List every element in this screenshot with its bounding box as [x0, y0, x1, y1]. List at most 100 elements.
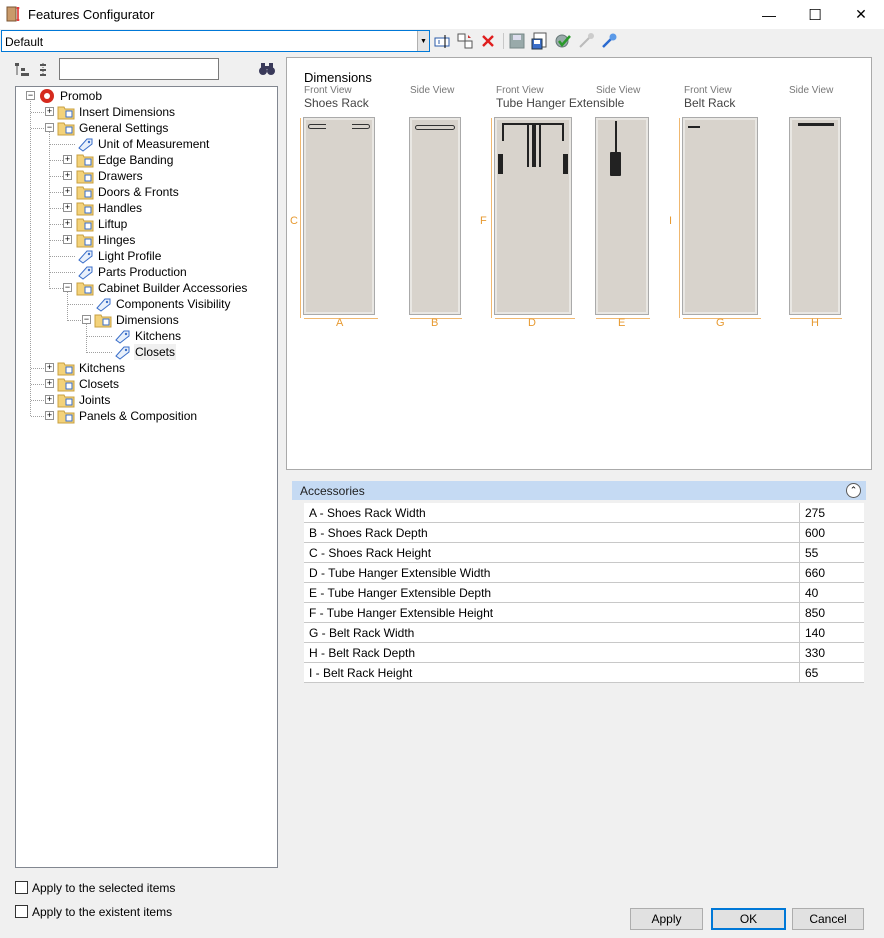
expand-toggle[interactable]: + — [63, 155, 72, 164]
expand-toggle[interactable]: + — [45, 363, 54, 372]
expand-toggle[interactable]: + — [45, 107, 54, 116]
expand-toggle[interactable]: + — [63, 203, 72, 212]
collapse-toggle[interactable]: − — [45, 123, 54, 132]
dimension-letter-f: F — [480, 215, 487, 227]
binoculars-icon[interactable] — [258, 61, 276, 77]
copy-icon[interactable] — [456, 32, 474, 50]
collapse-section-icon[interactable]: ⌃ — [846, 483, 861, 498]
property-row[interactable]: C - Shoes Rack Height 55 — [304, 543, 864, 563]
folder-icon — [57, 394, 75, 408]
tree-node-label: Closets — [134, 344, 177, 360]
apply-existent-checkbox[interactable] — [15, 905, 28, 918]
tube-hanger-side-cabinet — [596, 118, 648, 314]
tree-node-label: Handles — [98, 201, 143, 215]
apply-button[interactable]: Apply — [630, 908, 703, 930]
expand-tool-icon[interactable] — [600, 32, 618, 50]
property-value-input[interactable]: 140 — [799, 623, 864, 642]
apply-selected-checkbox[interactable] — [15, 881, 28, 894]
profile-combo[interactable]: Default ▼ — [1, 30, 430, 52]
rename-icon[interactable] — [433, 32, 451, 50]
collapse-toggle[interactable]: − — [82, 315, 91, 324]
tag-icon — [78, 266, 93, 280]
search-input[interactable] — [59, 58, 219, 80]
tree-node-label: Light Profile — [98, 249, 162, 263]
accessories-section-header[interactable]: Accessories ⌃ — [292, 481, 866, 500]
property-row[interactable]: G - Belt Rack Width 140 — [304, 623, 864, 643]
folder-icon — [76, 154, 94, 168]
collapse-toggle[interactable]: − — [26, 91, 35, 100]
toolbar-separator — [503, 33, 504, 49]
cancel-button[interactable]: Cancel — [792, 908, 864, 930]
collapse-tool-icon[interactable] — [577, 32, 595, 50]
expand-toggle[interactable]: + — [63, 235, 72, 244]
shoes-rack-front-cabinet — [304, 118, 374, 314]
tree-node-label: Edge Banding — [98, 153, 174, 167]
property-row[interactable]: D - Tube Hanger Extensible Width 660 — [304, 563, 864, 583]
expand-toggle[interactable]: + — [45, 379, 54, 388]
save-as-icon[interactable] — [531, 32, 549, 50]
tag-icon — [78, 250, 93, 264]
collapse-toggle[interactable]: − — [63, 283, 72, 292]
maximize-button[interactable]: ☐ — [792, 0, 838, 29]
tree-node-label: Dimensions — [116, 313, 179, 327]
property-name: D - Tube Hanger Extensible Width — [309, 566, 491, 580]
property-name: A - Shoes Rack Width — [309, 506, 426, 520]
tree-node-label: Closets — [79, 377, 120, 391]
tree-view-icon[interactable] — [14, 62, 32, 78]
property-row[interactable]: E - Tube Hanger Extensible Depth 40 — [304, 583, 864, 603]
title-bar: Features Configurator — ☐ ✕ — [0, 0, 884, 29]
dimension-letter-i: I — [669, 215, 673, 227]
dimension-letter-e: E — [618, 317, 626, 329]
delete-icon[interactable] — [479, 32, 497, 50]
settings-check-icon[interactable] — [554, 32, 572, 50]
apply-existent-label: Apply to the existent items — [32, 905, 173, 919]
property-row[interactable]: B - Shoes Rack Depth 600 — [304, 523, 864, 543]
property-value-input[interactable]: 660 — [799, 563, 864, 582]
folder-open-icon — [57, 122, 75, 136]
property-row[interactable]: F - Tube Hanger Extensible Height 850 — [304, 603, 864, 623]
minimize-button[interactable]: — — [746, 0, 792, 29]
folder-icon — [76, 170, 94, 184]
chevron-down-icon[interactable]: ▼ — [417, 31, 429, 51]
save-icon[interactable] — [508, 32, 526, 50]
property-row[interactable]: I - Belt Rack Height 65 — [304, 663, 864, 683]
tree-node-label: Panels & Composition — [79, 409, 198, 423]
expand-toggle[interactable]: + — [63, 171, 72, 180]
expand-toggle[interactable]: + — [45, 411, 54, 420]
list-view-icon[interactable] — [38, 62, 52, 78]
expand-toggle[interactable]: + — [63, 219, 72, 228]
property-value-input[interactable]: 55 — [799, 543, 864, 562]
property-row[interactable]: A - Shoes Rack Width 275 — [304, 503, 864, 523]
tree-node-label: Parts Production — [98, 265, 187, 279]
promob-logo-icon — [40, 89, 54, 103]
preview-title: Dimensions — [304, 70, 372, 85]
property-name: I - Belt Rack Height — [309, 666, 413, 680]
close-button[interactable]: ✕ — [838, 0, 884, 29]
features-tree[interactable]: − Promob + Insert Dimensions − General S… — [15, 86, 278, 868]
shoes-rack-side-cabinet — [410, 118, 460, 314]
property-value-input[interactable]: 330 — [799, 643, 864, 662]
dimension-line — [491, 118, 492, 318]
side-view-label: Side View — [410, 85, 455, 96]
folder-icon — [57, 378, 75, 392]
ok-button[interactable]: OK — [711, 908, 786, 930]
tag-icon — [78, 138, 93, 152]
tree-node-label: Joints — [79, 393, 111, 407]
property-name: B - Shoes Rack Depth — [309, 526, 428, 540]
expand-toggle[interactable]: + — [45, 395, 54, 404]
property-value-input[interactable]: 600 — [799, 523, 864, 542]
property-name: F - Tube Hanger Extensible Height — [309, 606, 494, 620]
property-value-input[interactable]: 275 — [799, 503, 864, 522]
property-name: C - Shoes Rack Height — [309, 546, 432, 560]
belt-rack-side-cabinet — [790, 118, 840, 314]
property-name: H - Belt Rack Depth — [309, 646, 416, 660]
expand-toggle[interactable]: + — [63, 187, 72, 196]
front-view-label: Front View — [304, 85, 352, 96]
property-value-input[interactable]: 40 — [799, 583, 864, 602]
accessories-property-grid: A - Shoes Rack Width 275 B - Shoes Rack … — [304, 503, 864, 683]
property-value-input[interactable]: 850 — [799, 603, 864, 622]
property-row[interactable]: H - Belt Rack Depth 330 — [304, 643, 864, 663]
dimensions-preview: Dimensions Front View Side View Shoes Ra… — [286, 57, 872, 470]
tree-node-label: Insert Dimensions — [79, 105, 176, 119]
property-value-input[interactable]: 65 — [799, 663, 864, 682]
